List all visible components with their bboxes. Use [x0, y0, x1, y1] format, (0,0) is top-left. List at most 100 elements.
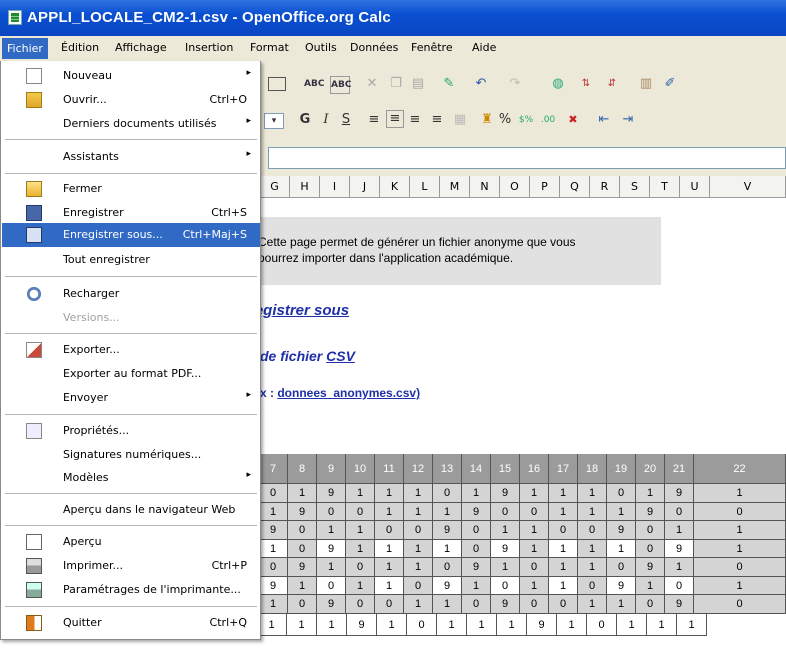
- grid-cell[interactable]: 0: [694, 502, 786, 521]
- grid-cell[interactable]: 0: [346, 558, 375, 577]
- menu-item-assistants[interactable]: Assistants ▸: [2, 145, 260, 169]
- grid-cell[interactable]: 1: [694, 521, 786, 540]
- grid-cell[interactable]: 0: [462, 539, 491, 558]
- link-enregistrer-sous[interactable]: registrer sous: [249, 302, 349, 319]
- grid-cell[interactable]: 1: [259, 539, 288, 558]
- grid-cell[interactable]: 9: [317, 595, 346, 614]
- grid-cell[interactable]: 9: [288, 502, 317, 521]
- menu-insertion[interactable]: Insertion: [185, 41, 233, 54]
- menu-edition[interactable]: Édition: [61, 41, 99, 54]
- grid-cell[interactable]: 0: [375, 595, 404, 614]
- underline-button[interactable]: S: [339, 112, 353, 128]
- grid-cell[interactable]: 9: [433, 576, 462, 595]
- grid-cell[interactable]: 1: [259, 595, 288, 614]
- column-header-j[interactable]: J: [350, 176, 380, 198]
- autospellcheck-icon[interactable]: ABC: [330, 76, 351, 94]
- grid-cell[interactable]: 1: [549, 539, 578, 558]
- grid-cell[interactable]: 1: [520, 576, 549, 595]
- column-header-v[interactable]: V: [710, 176, 786, 198]
- grid-cell[interactable]: 1: [549, 558, 578, 577]
- grid-header-cell[interactable]: 8: [288, 454, 317, 484]
- grid-cell[interactable]: 0: [288, 539, 317, 558]
- copy-icon[interactable]: ❐: [388, 76, 404, 92]
- link-csv[interactable]: CSV: [326, 348, 355, 364]
- grid-cell[interactable]: 0: [636, 521, 665, 540]
- grid-cell[interactable]: 0: [549, 521, 578, 540]
- menu-item-apercu[interactable]: Aperçu: [2, 530, 260, 554]
- grid-cell[interactable]: 0: [259, 558, 288, 577]
- grid-cell[interactable]: 0: [491, 502, 520, 521]
- standard-format-icon[interactable]: $%: [518, 112, 534, 128]
- column-header-i[interactable]: I: [320, 176, 350, 198]
- grid-cell[interactable]: 1: [404, 539, 433, 558]
- grid-cell[interactable]: 1: [694, 539, 786, 558]
- grid-cell[interactable]: 1: [433, 595, 462, 614]
- grid-cell[interactable]: 1: [433, 539, 462, 558]
- currency-icon[interactable]: ♜: [480, 112, 494, 128]
- menu-item-modeles[interactable]: Modèles ▸: [2, 466, 260, 490]
- menu-item-envoyer[interactable]: Envoyer ▸: [2, 386, 260, 410]
- grid-cell[interactable]: 1: [578, 558, 607, 577]
- grid-cell[interactable]: 1: [491, 521, 520, 540]
- undo-icon[interactable]: ↶: [473, 76, 489, 92]
- grid-cell[interactable]: 1: [288, 484, 317, 503]
- grid-cell[interactable]: 1: [647, 613, 677, 636]
- menu-item-imprimer[interactable]: Imprimer... Ctrl+P: [2, 554, 260, 578]
- grid-cell[interactable]: 1: [317, 521, 346, 540]
- grid-cell[interactable]: 1: [346, 484, 375, 503]
- draw-icon[interactable]: ✐: [662, 76, 678, 92]
- grid-cell[interactable]: 0: [317, 502, 346, 521]
- grid-cell[interactable]: 9: [607, 521, 636, 540]
- grid-cell[interactable]: 1: [607, 502, 636, 521]
- sort-ascending-icon[interactable]: ⇅: [578, 76, 594, 92]
- grid-cell[interactable]: 9: [317, 539, 346, 558]
- grid-cell[interactable]: 1: [377, 613, 407, 636]
- grid-cell[interactable]: 0: [433, 558, 462, 577]
- grid-cell[interactable]: 1: [578, 595, 607, 614]
- grid-cell[interactable]: 9: [665, 539, 694, 558]
- grid-cell[interactable]: 1: [462, 576, 491, 595]
- menu-item-enregistrer-sous[interactable]: Enregistrer sous... Ctrl+Maj+S: [2, 223, 260, 247]
- print-preview-icon[interactable]: [268, 77, 286, 91]
- grid-cell[interactable]: 1: [259, 502, 288, 521]
- grid-cell[interactable]: 0: [520, 595, 549, 614]
- grid-cell[interactable]: 1: [404, 502, 433, 521]
- bold-button[interactable]: G: [298, 112, 312, 128]
- spellcheck-icon[interactable]: ABC: [304, 76, 324, 92]
- grid-cell[interactable]: 0: [694, 558, 786, 577]
- grid-cell[interactable]: 1: [317, 558, 346, 577]
- grid-cell[interactable]: 0: [491, 576, 520, 595]
- menu-item-recharger[interactable]: Recharger: [2, 282, 260, 306]
- grid-cell[interactable]: 1: [694, 576, 786, 595]
- grid-cell[interactable]: 0: [259, 484, 288, 503]
- grid-cell[interactable]: 1: [636, 576, 665, 595]
- font-size-dropdown-button[interactable]: ▾: [264, 113, 284, 129]
- menu-item-nouveau[interactable]: Nouveau ▸: [2, 64, 260, 88]
- menu-item-exporter[interactable]: Exporter...: [2, 338, 260, 362]
- grid-cell[interactable]: 1: [607, 539, 636, 558]
- grid-cell[interactable]: 9: [317, 484, 346, 503]
- grid-cell[interactable]: 1: [317, 613, 347, 636]
- menu-item-signatures-numeriques[interactable]: Signatures numériques...: [2, 443, 260, 467]
- justify-icon[interactable]: ≡: [430, 112, 444, 128]
- delete-decimal-icon[interactable]: ✖: [565, 112, 581, 128]
- grid-cell[interactable]: 0: [587, 613, 617, 636]
- grid-cell[interactable]: 1: [375, 558, 404, 577]
- grid-cell[interactable]: 9: [259, 576, 288, 595]
- grid-cell[interactable]: 0: [462, 521, 491, 540]
- grid-header-cell[interactable]: 10: [346, 454, 375, 484]
- grid-cell[interactable]: 9: [491, 595, 520, 614]
- column-header-m[interactable]: M: [440, 176, 470, 198]
- grid-cell[interactable]: 0: [433, 484, 462, 503]
- menu-format[interactable]: Format: [250, 41, 289, 54]
- align-left-icon[interactable]: ≡: [367, 112, 381, 128]
- grid-cell[interactable]: 0: [346, 502, 375, 521]
- menu-item-enregistrer[interactable]: Enregistrer Ctrl+S: [2, 201, 260, 225]
- column-header-r[interactable]: R: [590, 176, 620, 198]
- grid-cell[interactable]: 0: [375, 521, 404, 540]
- grid-cell[interactable]: 1: [375, 484, 404, 503]
- grid-cell[interactable]: 1: [375, 576, 404, 595]
- grid-header-cell[interactable]: 20: [636, 454, 665, 484]
- grid-cell[interactable]: 1: [467, 613, 497, 636]
- grid-cell[interactable]: 1: [617, 613, 647, 636]
